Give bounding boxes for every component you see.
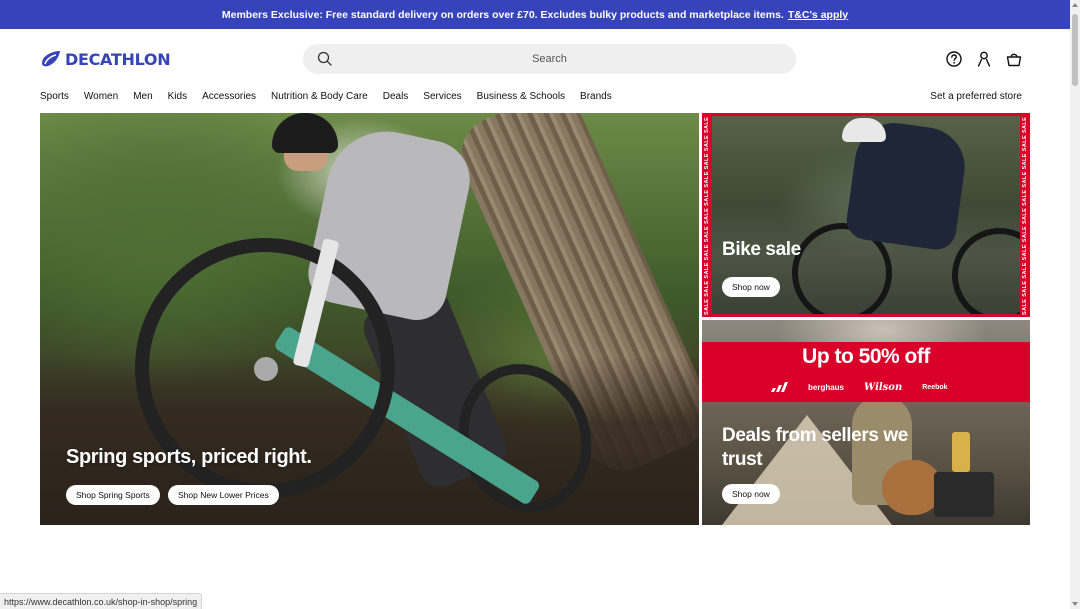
deals-power-station bbox=[934, 472, 994, 517]
deals-shop-now-button[interactable]: Shop now bbox=[722, 484, 780, 504]
main-navigation: Sports Women Men Kids Accessories Nutrit… bbox=[40, 90, 612, 104]
nav-item-deals[interactable]: Deals bbox=[383, 90, 409, 104]
sale-strip-left: SALE SALE SALE SALE SALE SALE SALE SALE … bbox=[702, 113, 712, 317]
terms-link[interactable]: T&C's apply bbox=[788, 9, 848, 21]
brand-logos: berghaus Wilson Reebok bbox=[770, 380, 948, 394]
discount-headline: Up to 50% off bbox=[802, 345, 930, 368]
hero-rider-helmet bbox=[272, 113, 338, 153]
nav-item-kids[interactable]: Kids bbox=[168, 90, 187, 104]
hero-headline: Spring sports, priced right. bbox=[66, 446, 312, 468]
adidas-logo bbox=[770, 380, 788, 394]
promo-banner: Members Exclusive: Free standard deliver… bbox=[0, 0, 1070, 29]
sale-tag-right: SALE SALE SALE SALE SALE SALE SALE SALE … bbox=[1022, 115, 1028, 315]
scroll-down-arrow[interactable] bbox=[1072, 602, 1078, 606]
bike-sale-shop-now-button[interactable]: Shop now bbox=[722, 277, 780, 297]
help-icon[interactable] bbox=[945, 50, 963, 68]
nav-item-nutrition[interactable]: Nutrition & Body Care bbox=[271, 90, 368, 104]
adidas-stripes-icon bbox=[771, 382, 788, 392]
sale-tag-left: SALE SALE SALE SALE SALE SALE SALE SALE … bbox=[704, 115, 710, 315]
bike-sale-title: Bike sale bbox=[722, 239, 801, 260]
nav-item-business-schools[interactable]: Business & Schools bbox=[477, 90, 565, 104]
nav-item-services[interactable]: Services bbox=[423, 90, 461, 104]
bike-sale-card[interactable]: SALE SALE SALE SALE SALE SALE SALE SALE … bbox=[702, 113, 1030, 317]
scrollbar-thumb[interactable] bbox=[1072, 14, 1078, 86]
discount-banner: Up to 50% off berghaus Wilson Reebok bbox=[702, 342, 1030, 402]
preferred-store-link[interactable]: Set a preferred store bbox=[930, 90, 1022, 104]
logo-mark-icon bbox=[42, 51, 60, 67]
bike-card-helmet bbox=[842, 118, 886, 142]
bike-card-rear-wheel bbox=[952, 228, 1030, 317]
page-scrollbar[interactable] bbox=[1070, 0, 1080, 609]
link-preview-url: https://www.decathlon.co.uk/shop-in-shop… bbox=[0, 593, 203, 609]
nav-item-sports[interactable]: Sports bbox=[40, 90, 69, 104]
account-icon[interactable] bbox=[975, 50, 993, 68]
shop-spring-sports-button[interactable]: Shop Spring Sports bbox=[66, 485, 160, 505]
nav-item-women[interactable]: Women bbox=[84, 90, 118, 104]
nav-item-brands[interactable]: Brands bbox=[580, 90, 612, 104]
promo-text: Members Exclusive: Free standard deliver… bbox=[221, 8, 784, 21]
reebok-logo: Reebok bbox=[922, 383, 948, 391]
berghaus-logo: berghaus bbox=[808, 382, 845, 392]
deals-title: Deals from sellers we trust bbox=[722, 425, 908, 470]
deals-sellers-card[interactable]: Up to 50% off berghaus Wilson Reebok Dea… bbox=[702, 320, 1030, 525]
deals-lantern bbox=[952, 432, 970, 472]
hero-banner-spring[interactable]: Spring sports, priced right. Shop Spring… bbox=[40, 113, 699, 525]
decathlon-logo[interactable]: DECATHLON bbox=[40, 48, 171, 70]
logo-wordmark: DECATHLON bbox=[65, 49, 171, 69]
scroll-up-arrow[interactable] bbox=[1072, 3, 1078, 7]
search-input[interactable]: Search bbox=[303, 44, 796, 74]
basket-icon[interactable] bbox=[1005, 50, 1023, 68]
nav-item-accessories[interactable]: Accessories bbox=[202, 90, 256, 104]
sale-border-top bbox=[702, 113, 1030, 116]
sale-border-bottom bbox=[702, 314, 1030, 317]
shop-new-lower-prices-button[interactable]: Shop New Lower Prices bbox=[168, 485, 279, 505]
nav-item-men[interactable]: Men bbox=[133, 90, 152, 104]
search-placeholder: Search bbox=[532, 53, 567, 65]
hero-wheel-hub bbox=[254, 357, 278, 381]
wilson-logo: Wilson bbox=[864, 381, 903, 393]
sale-strip-right: SALE SALE SALE SALE SALE SALE SALE SALE … bbox=[1020, 113, 1030, 317]
